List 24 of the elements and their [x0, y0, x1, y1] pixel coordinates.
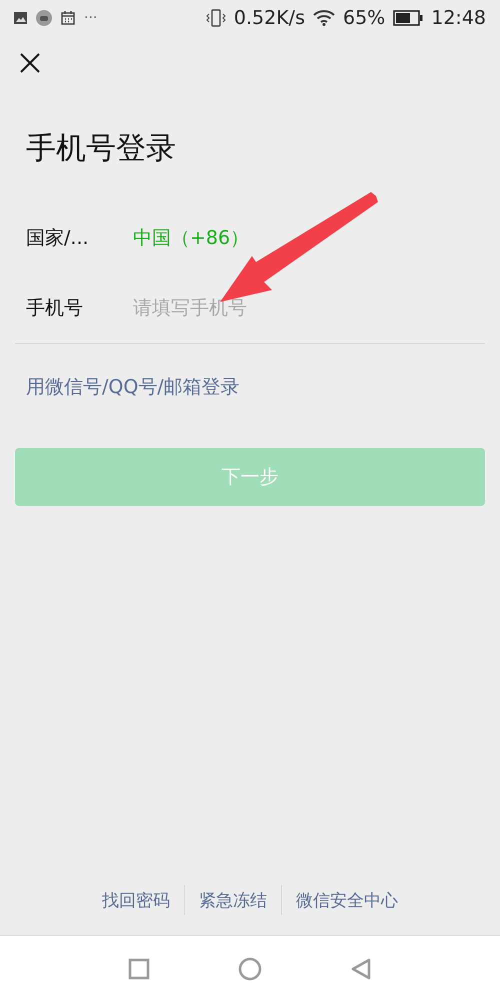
battery-percent: 65% [343, 7, 386, 29]
page-title: 手机号登录 [26, 130, 176, 168]
country-code-value[interactable]: 中国（+86） [133, 225, 250, 251]
alternate-login-link[interactable]: 用微信号/QQ号/邮箱登录 [26, 374, 240, 400]
back-icon[interactable] [350, 958, 372, 980]
close-button[interactable] [19, 52, 41, 74]
close-icon [19, 52, 41, 74]
recent-apps-icon[interactable] [128, 958, 150, 980]
field-label: 手机号 [26, 296, 84, 321]
more-notifications: ··· [84, 10, 98, 26]
wifi-icon [313, 10, 335, 26]
image-icon [14, 12, 27, 24]
home-icon[interactable] [238, 956, 262, 980]
field-label: 国家/... [26, 226, 90, 251]
calendar-icon [61, 11, 75, 25]
vibrate-icon [206, 9, 226, 27]
network-speed: 0.52K/s [234, 7, 305, 29]
footer-link[interactable]: 紧急冻结 [185, 888, 281, 912]
clock-time: 12:48 [431, 7, 486, 29]
gamepad-icon [36, 10, 52, 26]
footer-link[interactable]: 找回密码 [88, 888, 184, 912]
battery-icon [393, 10, 424, 26]
phone-input-field[interactable]: 请填写手机号 [133, 297, 433, 319]
footer-link[interactable]: 微信安全中心 [282, 888, 412, 912]
